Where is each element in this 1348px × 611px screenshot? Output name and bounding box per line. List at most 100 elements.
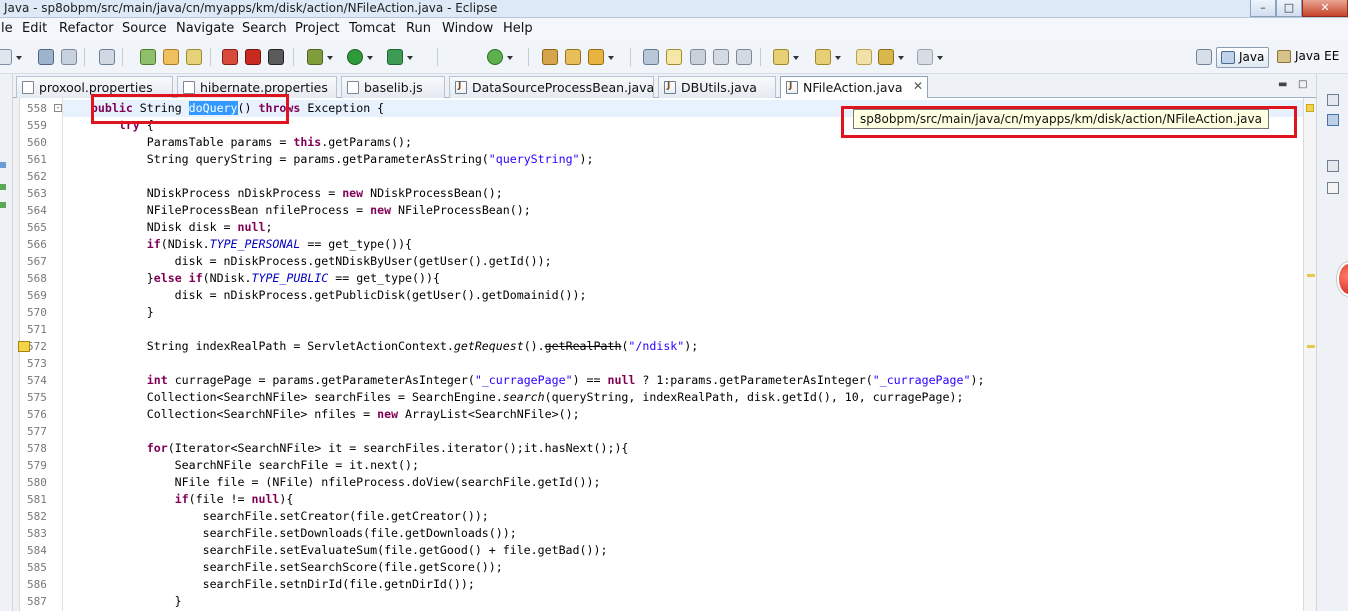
code-line[interactable]: }else if(NDisk.TYPE_PUBLIC == get_type()… <box>63 270 1303 287</box>
debug-icon[interactable] <box>307 49 333 65</box>
forward-icon[interactable] <box>917 49 943 65</box>
line-number: 564 <box>27 204 47 217</box>
menu-project[interactable]: Project <box>295 21 339 36</box>
skip-breakpoints-icon[interactable] <box>268 49 284 65</box>
menu-edit[interactable]: Edit <box>22 21 47 36</box>
code-line[interactable]: searchFile.setDownloads(file.getDownload… <box>63 525 1303 542</box>
restore-view-icon[interactable] <box>1327 94 1339 106</box>
highlight-icon[interactable] <box>666 49 682 65</box>
block-selection-icon[interactable] <box>690 49 706 65</box>
code-line[interactable] <box>63 321 1303 338</box>
minimized-view-icon[interactable] <box>0 162 6 168</box>
line-number: 559 <box>27 119 47 132</box>
run-icon[interactable] <box>347 49 373 65</box>
tab-dbutils-java[interactable]: DBUtils.java <box>658 76 776 98</box>
warning-marker[interactable] <box>1307 345 1315 348</box>
toggle-mark-occurrences-icon[interactable] <box>643 49 659 65</box>
new-wizard-icon[interactable] <box>0 49 22 65</box>
code-line[interactable]: String queryString = params.getParameter… <box>63 151 1303 168</box>
print-icon[interactable] <box>99 49 115 65</box>
code-line[interactable]: } <box>63 593 1303 610</box>
code-token: String queryString = params.getParameter… <box>63 152 489 166</box>
tab-baselib-js[interactable]: baselib.js <box>341 76 445 98</box>
new-package-icon[interactable] <box>140 49 156 65</box>
outline-view-icon[interactable] <box>1327 114 1339 126</box>
open-perspective-icon[interactable] <box>1196 49 1212 65</box>
code-line[interactable]: } <box>63 304 1303 321</box>
menu-navigate[interactable]: Navigate <box>176 21 234 36</box>
show-paragraph-icon[interactable] <box>736 49 752 65</box>
code-line[interactable]: for(Iterator<SearchNFile> it = searchFil… <box>63 440 1303 457</box>
code-line[interactable]: NDiskProcess nDiskProcess = new NDiskPro… <box>63 185 1303 202</box>
code-line[interactable] <box>63 168 1303 185</box>
code-line[interactable]: searchFile.setCreator(file.getCreator())… <box>63 508 1303 525</box>
back-icon[interactable] <box>878 49 904 65</box>
close-button[interactable]: ✕ <box>1302 0 1348 17</box>
task-list-icon[interactable] <box>1327 182 1339 194</box>
code-line[interactable]: searchFile.setEvaluateSum(file.getGood()… <box>63 542 1303 559</box>
open-task-icon[interactable] <box>565 49 581 65</box>
search-icon[interactable] <box>588 49 614 65</box>
code-line[interactable]: if(file != null){ <box>63 491 1303 508</box>
fold-toggle-icon[interactable]: - <box>54 104 62 112</box>
minimize-button[interactable]: – <box>1250 0 1276 17</box>
restore-view-icon[interactable] <box>1327 160 1339 172</box>
menu-tomcat[interactable]: Tomcat <box>349 21 396 36</box>
code-line[interactable]: SearchNFile searchFile = it.next(); <box>63 457 1303 474</box>
code-line[interactable]: Collection<SearchNFile> searchFiles = Se… <box>63 389 1303 406</box>
save-icon[interactable] <box>38 49 54 65</box>
code-line[interactable]: NFileProcessBean nfileProcess = new NFil… <box>63 202 1303 219</box>
menu-help[interactable]: Help <box>503 21 533 36</box>
code-line[interactable]: NFile file = (NFile) nfileProcess.doView… <box>63 474 1303 491</box>
code-editor[interactable]: 558-559 560 561 562 563 564 565 566 567 568 569 570… <box>13 98 1316 611</box>
tab-nfileaction-java[interactable]: NFileAction.java ✕ <box>780 76 928 99</box>
show-whitespace-icon[interactable] <box>713 49 729 65</box>
previous-annotation-icon[interactable] <box>815 49 841 65</box>
minimized-view-icon[interactable] <box>0 184 6 190</box>
file-icon <box>22 81 34 94</box>
save-all-icon[interactable] <box>61 49 77 65</box>
warning-marker[interactable] <box>1307 274 1315 277</box>
tab-datasourceprocessbean-java[interactable]: DataSourceProcessBean.java <box>449 76 654 98</box>
open-type-icon[interactable] <box>542 49 558 65</box>
perspective-java[interactable]: Java <box>1216 47 1270 68</box>
code-line[interactable]: int curragePage = params.getParameterAsI… <box>63 372 1303 389</box>
code-line[interactable] <box>63 355 1303 372</box>
minimized-view-icon[interactable] <box>0 202 6 208</box>
line-number: 568 <box>27 272 47 285</box>
menu-refactor[interactable]: Refactor <box>59 21 114 36</box>
coverage-icon[interactable] <box>487 49 513 65</box>
code-line[interactable] <box>63 423 1303 440</box>
menu-file[interactable]: le <box>1 21 13 36</box>
warning-summary-icon[interactable] <box>1306 104 1314 112</box>
code-line[interactable]: Collection<SearchNFile> nfiles = new Arr… <box>63 406 1303 423</box>
close-tab-icon[interactable]: ✕ <box>913 79 923 93</box>
next-annotation-icon[interactable] <box>773 49 799 65</box>
line-number: 579 <box>27 459 47 472</box>
remove-breakpoint-icon[interactable] <box>245 49 261 65</box>
code-line[interactable]: if(NDisk.TYPE_PERSONAL == get_type()){ <box>63 236 1303 253</box>
external-tools-icon[interactable] <box>387 49 413 65</box>
code-text[interactable]: public String doQuery() throws Exception… <box>63 98 1303 611</box>
minimize-editor-icon[interactable]: ▬ <box>1278 79 1287 90</box>
new-junit-icon[interactable] <box>163 49 179 65</box>
menu-source[interactable]: Source <box>122 21 167 36</box>
line-number: 576 <box>27 408 47 421</box>
last-edit-location-icon[interactable] <box>856 49 872 65</box>
perspective-java-ee[interactable]: Java EE <box>1273 47 1343 68</box>
code-line[interactable]: NDisk disk = null; <box>63 219 1303 236</box>
code-line[interactable]: searchFile.setSearchScore(file.getScore(… <box>63 559 1303 576</box>
menu-window[interactable]: Window <box>442 21 493 36</box>
toggle-breakpoint-icon[interactable] <box>222 49 238 65</box>
code-line[interactable]: disk = nDiskProcess.getPublicDisk(getUse… <box>63 287 1303 304</box>
code-line[interactable]: String indexRealPath = ServletActionCont… <box>63 338 1303 355</box>
maximize-editor-icon[interactable]: □ <box>1298 79 1307 90</box>
maximize-button[interactable]: □ <box>1276 0 1302 17</box>
code-line[interactable]: disk = nDiskProcess.getNDiskByUser(getUs… <box>63 253 1303 270</box>
code-token: NFile file = (NFile) nfileProcess.doView… <box>63 475 601 489</box>
code-line[interactable]: searchFile.setnDirId(file.getnDirId()); <box>63 576 1303 593</box>
menu-search[interactable]: Search <box>242 21 287 36</box>
new-class-icon[interactable] <box>186 49 202 65</box>
warning-icon[interactable] <box>18 341 30 352</box>
menu-run[interactable]: Run <box>406 21 431 36</box>
